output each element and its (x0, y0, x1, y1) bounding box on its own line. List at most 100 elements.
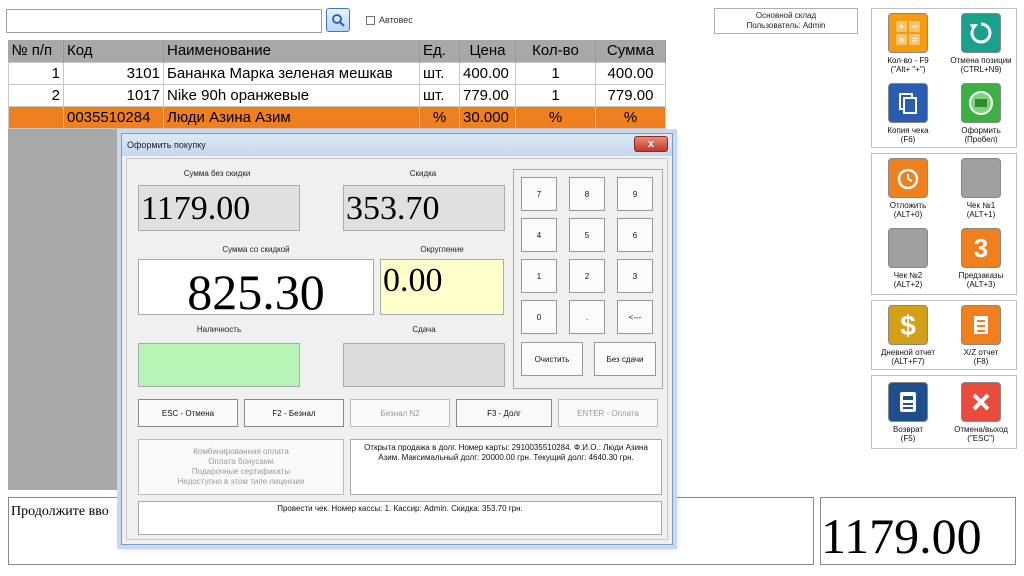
col-header-code[interactable]: Код (63, 40, 164, 62)
svg-text:−: − (912, 22, 918, 33)
cell-unit: % (419, 105, 460, 129)
daily-report-button[interactable]: $ Дневной отчет (ALT+F7) (872, 305, 944, 366)
combined-line: Подарочные сертификаты (191, 467, 291, 476)
col-header-number[interactable]: № п/п (8, 40, 64, 62)
col-header-qty[interactable]: Кол-во (515, 40, 596, 62)
cash-label: Наличность (196, 325, 242, 334)
table-row-selected[interactable]: 0035510284 Люди Азина Азим % 30.000 % % (8, 105, 666, 129)
keypad-3-button[interactable]: 3 (617, 259, 653, 293)
qty-button-label: Кол-во - F9 (887, 56, 929, 65)
dialog-body: Сумма без скидки 1179.00 Скидка 353.70 С… (126, 158, 668, 540)
keypad-2-button[interactable]: 2 (569, 259, 605, 293)
keypad-backspace-button[interactable]: <--- (617, 300, 653, 334)
cell-code: 1017 (63, 83, 164, 107)
qty-button[interactable]: + − × = Кол-во - F9 ("Alt+ "+") (872, 13, 944, 74)
combined-line: Недоступно в этом типе лицензии (177, 477, 305, 486)
status-text: Провести чек. Номер кассы: 1. Кассир: Ad… (138, 501, 662, 535)
f2-cashless-button[interactable]: F2 - Безнал (244, 399, 344, 427)
keypad-1-button[interactable]: 1 (521, 259, 557, 293)
col-header-sum[interactable]: Сумма (595, 40, 666, 62)
keypad-0-button[interactable]: 0 (521, 300, 557, 334)
keypad-8-button[interactable]: 8 (569, 177, 605, 211)
cell-number (8, 105, 64, 129)
cell-price: 400.00 (459, 61, 516, 85)
change-label: Сдача (412, 325, 436, 334)
cell-number: 1 (8, 61, 64, 85)
postpone-button[interactable]: Отложить (ALT+0) (872, 158, 944, 219)
f3-debt-button[interactable]: F3 - Долг (456, 399, 552, 427)
autoves-label: Автовес (379, 15, 413, 25)
cell-name: Бананка Марка зеленая мешкав (163, 61, 420, 85)
cell-sum: 779.00 (595, 83, 666, 107)
info-text: Открыта продажа в долг. Номер карты: 291… (350, 439, 662, 495)
keypad-5-button[interactable]: 5 (569, 218, 605, 252)
check-1-label: Чек №1 (966, 201, 996, 210)
daily-report-label: Дневной отчет (880, 348, 936, 357)
keypad-9-button[interactable]: 9 (617, 177, 653, 211)
search-input[interactable] (6, 9, 322, 33)
checkbox-box[interactable] (366, 15, 375, 25)
return-button[interactable]: Возврат (F5) (872, 382, 944, 443)
preorders-label: Предзаказы (958, 271, 1004, 280)
postpone-label: Отложить (889, 201, 927, 210)
esc-cancel-button[interactable]: ESC - Отмена (138, 399, 238, 427)
keypad-dot-button[interactable]: . (569, 300, 605, 334)
cash-field[interactable] (138, 343, 300, 387)
undo-icon (961, 13, 1001, 53)
keypad-6-button[interactable]: 6 (617, 218, 653, 252)
search-button[interactable] (326, 8, 350, 32)
check-2-button[interactable]: Чек №2 (ALT+2) (872, 228, 944, 289)
cancel-exit-label: Отмена/выход (954, 425, 1008, 434)
postpone-hint: (ALT+0) (893, 210, 923, 219)
cash-register-icon (888, 382, 928, 422)
keypad-7-button[interactable]: 7 (521, 177, 557, 211)
table-row[interactable]: 2 1017 Nike 90h оранжевые шт. 779.00 1 7… (8, 83, 666, 107)
dialog-close-button[interactable]: x (634, 136, 668, 152)
total-display: 1179.00 (820, 497, 1016, 565)
qty-button-hint: ("Alt+ "+") (890, 65, 926, 74)
xz-report-button[interactable]: X/Z отчет (F8) (945, 305, 1017, 366)
store-name: Основной склад (755, 11, 817, 20)
dialog-title: Оформить покупку (122, 134, 672, 156)
discount-label: Скидка (409, 169, 437, 178)
combined-payment-button[interactable]: Комбинированная оплата Оплата бонусами П… (138, 439, 344, 495)
col-header-unit[interactable]: Ед. (419, 40, 460, 62)
check-1-button[interactable]: Чек №1 (ALT+1) (945, 158, 1017, 219)
keypad: 7 8 9 4 5 6 1 2 3 0 . <--- Очистить Без … (513, 169, 663, 389)
cell-sum: % (595, 105, 666, 129)
check-2-label: Чек №2 (893, 271, 923, 280)
store-info: Основной склад Пользователь: Admin (714, 8, 858, 34)
checkout-button[interactable]: Оформить (Пробел) (945, 83, 1017, 144)
no-change-button[interactable]: Без сдачи (594, 342, 656, 376)
change-field (343, 343, 505, 387)
col-header-name[interactable]: Наименование (163, 40, 420, 62)
check-2-hint: (ALT+2) (893, 280, 923, 289)
svg-text:×: × (899, 35, 904, 45)
keypad-4-button[interactable]: 4 (521, 218, 557, 252)
col-header-price[interactable]: Цена (459, 40, 516, 62)
clear-button[interactable]: Очистить (521, 342, 583, 376)
table-row[interactable]: 1 3101 Бананка Марка зеленая мешкав шт. … (8, 61, 666, 85)
receipt-copy-button[interactable]: Копия чека (F6) (872, 83, 944, 144)
sum-no-discount-label: Сумма без скидки (183, 169, 251, 178)
blank-icon (888, 228, 928, 268)
cancel-position-button[interactable]: Отмена позиции (CTRL+N9) (945, 13, 1017, 74)
cell-number: 2 (8, 83, 64, 107)
rounding-field[interactable]: 0.00 (380, 259, 504, 315)
dollar-icon: $ (888, 305, 928, 345)
checkout-hint: (Пробел) (964, 135, 998, 144)
xz-report-hint: (F8) (973, 357, 989, 366)
cashless-2-button[interactable]: Безнал N2 (350, 399, 450, 427)
search-icon (332, 14, 345, 27)
cancel-exit-hint: ("ESC") (967, 434, 995, 443)
enter-pay-button[interactable]: ENTER - Оплата (558, 399, 658, 427)
daily-report-hint: (ALT+F7) (891, 357, 925, 366)
cell-sum: 400.00 (595, 61, 666, 85)
cancel-exit-button[interactable]: Отмена/выход ("ESC") (945, 382, 1017, 443)
autoves-checkbox[interactable]: Автовес (366, 15, 413, 25)
cell-price: 779.00 (459, 83, 516, 107)
cell-name: Nike 90h оранжевые (163, 83, 420, 107)
preorders-button[interactable]: 3 Предзаказы (ALT+3) (945, 228, 1017, 289)
sum-no-discount-field: 1179.00 (138, 185, 300, 231)
cancel-position-hint: (CTRL+N9) (960, 65, 1002, 74)
